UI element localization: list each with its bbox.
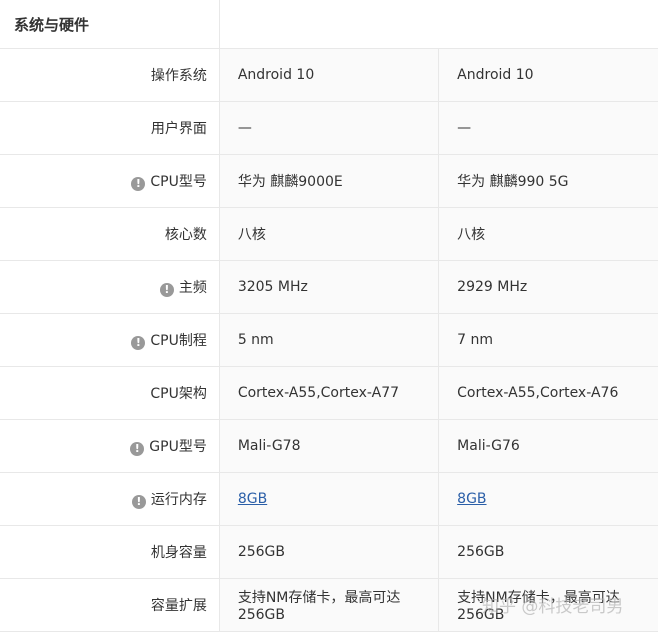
value-text: 八核 bbox=[457, 227, 486, 243]
row-label-cell: ! CPU制程 bbox=[0, 313, 220, 367]
value-cell-phone-1: — bbox=[219, 101, 440, 155]
value-cell-phone-2: 7 nm bbox=[438, 313, 658, 367]
row-label-cell: ! GPU型号 bbox=[0, 419, 220, 473]
value-text: 八核 bbox=[237, 227, 266, 243]
value-text: 华为 麒麟990 5G bbox=[457, 174, 569, 190]
value-cell-phone-2: Cortex-A55,Cortex-A76 bbox=[438, 366, 658, 420]
value-cell-phone-1: 8GB bbox=[219, 472, 440, 526]
table-row: 容量扩展 支持NM存储卡，最高可达256GB 支持NM存储卡，最高可达256GB bbox=[0, 578, 658, 632]
table-row: ! 主频 3205 MHz 2929 MHz bbox=[0, 260, 658, 314]
value-cell-phone-1: Android 10 bbox=[219, 48, 440, 102]
section-header-row: 系统与硬件 bbox=[0, 0, 658, 49]
row-label-cell: ! 运行内存 bbox=[0, 472, 220, 526]
value-cell-phone-1: 华为 麒麟9000E bbox=[219, 154, 440, 208]
value-link[interactable]: 8GB bbox=[457, 491, 486, 507]
value-link[interactable]: 8GB bbox=[238, 491, 267, 507]
value-text: Android 10 bbox=[237, 67, 315, 83]
row-label: 容量扩展 bbox=[150, 598, 207, 614]
value-text: 5 nm bbox=[237, 332, 274, 348]
info-icon[interactable]: ! bbox=[159, 283, 174, 297]
info-icon[interactable]: ! bbox=[131, 177, 146, 191]
value-text: 256GB bbox=[237, 544, 286, 560]
value-text: Mali-G78 bbox=[237, 438, 301, 454]
value-cell-phone-2: 支持NM存储卡，最高可达256GB bbox=[438, 578, 658, 632]
value-cell-phone-1: 八核 bbox=[219, 207, 440, 261]
value-text: Cortex-A55,Cortex-A76 bbox=[457, 385, 619, 401]
row-label-cell: ! CPU型号 bbox=[0, 154, 220, 208]
table-row: CPU架构 Cortex-A55,Cortex-A77 Cortex-A55,Cor… bbox=[0, 366, 658, 420]
value-cell-phone-1: 5 nm bbox=[219, 313, 440, 367]
value-cell-phone-1: Cortex-A55,Cortex-A77 bbox=[219, 366, 440, 420]
value-text: 7 nm bbox=[457, 332, 494, 348]
header-empty-cell bbox=[219, 0, 658, 49]
value-cell-phone-2: 8GB bbox=[438, 472, 658, 526]
spec-table: 系统与硬件 操作系统 Android 10 Android 10 用户界面 — —! CPU… bbox=[0, 0, 658, 632]
row-label-cell: 操作系统 bbox=[0, 48, 220, 102]
row-label: GPU型号 bbox=[149, 439, 207, 455]
section-title: 系统与硬件 bbox=[0, 0, 220, 49]
row-label-cell: ! 主频 bbox=[0, 260, 220, 314]
table-row: ! CPU制程 5 nm 7 nm bbox=[0, 313, 658, 367]
value-text: 华为 麒麟9000E bbox=[237, 174, 343, 190]
value-cell-phone-1: 支持NM存储卡，最高可达256GB bbox=[219, 578, 440, 632]
value-cell-phone-2: 八核 bbox=[438, 207, 658, 261]
value-text: 2929 MHz bbox=[457, 279, 528, 295]
value-text: Mali-G76 bbox=[457, 438, 520, 454]
table-row: 用户界面 — — bbox=[0, 101, 658, 155]
row-label-cell: 用户界面 bbox=[0, 101, 220, 155]
row-label: 核心数 bbox=[164, 227, 207, 243]
value-cell-phone-2: Android 10 bbox=[438, 48, 658, 102]
table-row: 核心数 八核 八核 bbox=[0, 207, 658, 261]
info-icon[interactable]: ! bbox=[131, 495, 146, 509]
info-icon[interactable]: ! bbox=[130, 442, 145, 456]
table-row: ! 运行内存 8GB 8GB bbox=[0, 472, 658, 526]
table-row: ! GPU型号 Mali-G78 Mali-G76 bbox=[0, 419, 658, 473]
row-label: CPU制程 bbox=[150, 333, 207, 349]
table-row: ! CPU型号 华为 麒麟9000E 华为 麒麟990 5G bbox=[0, 154, 658, 208]
value-cell-phone-2: — bbox=[438, 101, 658, 155]
value-text: 支持NM存储卡，最高可达256GB bbox=[457, 590, 620, 623]
row-label: CPU架构 bbox=[150, 386, 207, 402]
row-label-cell: 核心数 bbox=[0, 207, 220, 261]
value-text: Android 10 bbox=[457, 67, 534, 83]
value-cell-phone-2: 华为 麒麟990 5G bbox=[438, 154, 658, 208]
value-text: 支持NM存储卡，最高可达256GB bbox=[237, 590, 401, 623]
value-text: 256GB bbox=[457, 544, 505, 560]
table-row: 机身容量 256GB 256GB bbox=[0, 525, 658, 579]
row-label: 主频 bbox=[178, 280, 207, 296]
value-text: — bbox=[237, 120, 252, 136]
value-cell-phone-1: 3205 MHz bbox=[219, 260, 440, 314]
value-cell-phone-2: Mali-G76 bbox=[438, 419, 658, 473]
value-cell-phone-2: 256GB bbox=[438, 525, 658, 579]
row-label-cell: 容量扩展 bbox=[0, 578, 220, 632]
row-label-cell: CPU架构 bbox=[0, 366, 220, 420]
info-icon[interactable]: ! bbox=[131, 336, 146, 350]
value-cell-phone-1: Mali-G78 bbox=[219, 419, 440, 473]
row-label: 运行内存 bbox=[150, 492, 207, 508]
value-text: — bbox=[457, 120, 472, 136]
row-label: 操作系统 bbox=[150, 68, 207, 84]
row-label: CPU型号 bbox=[150, 174, 207, 190]
row-label: 机身容量 bbox=[150, 545, 207, 561]
value-text: Cortex-A55,Cortex-A77 bbox=[237, 385, 400, 401]
value-cell-phone-1: 256GB bbox=[219, 525, 440, 579]
row-label-cell: 机身容量 bbox=[0, 525, 220, 579]
row-label: 用户界面 bbox=[150, 121, 207, 137]
value-cell-phone-2: 2929 MHz bbox=[438, 260, 658, 314]
table-row: 操作系统 Android 10 Android 10 bbox=[0, 48, 658, 102]
value-text: 3205 MHz bbox=[237, 279, 308, 295]
